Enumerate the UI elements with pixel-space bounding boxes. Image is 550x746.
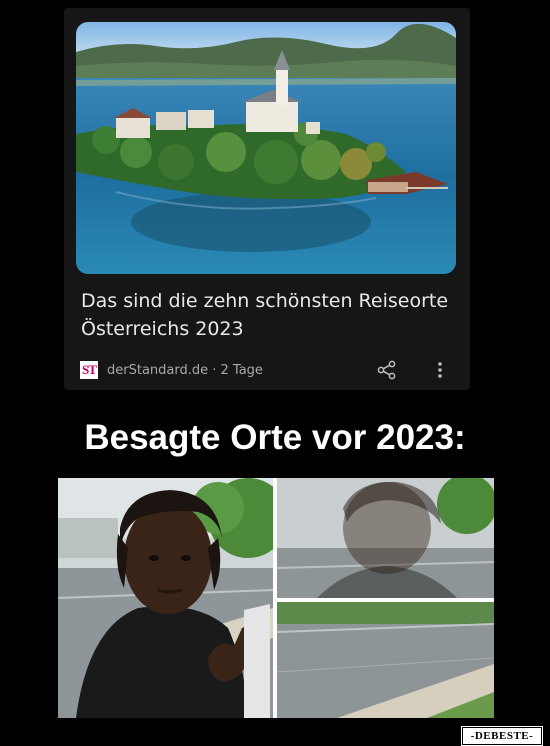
- meme-panel-bottom-right: [277, 602, 494, 718]
- meme-panel-top-right: [277, 478, 494, 598]
- derstandard-logo: ST: [80, 361, 98, 379]
- meme-caption: Besagte Orte vor 2023:: [84, 418, 466, 457]
- meme-panel-left: [58, 478, 273, 718]
- source-and-age: derStandard.de · 2 Tage: [107, 362, 263, 378]
- article-headline[interactable]: Das sind die zehn schönsten Reiseorte Ös…: [81, 287, 451, 343]
- article-source[interactable]: ST derStandard.de · 2 Tage: [80, 359, 263, 381]
- more-vert-icon[interactable]: [432, 359, 448, 381]
- debeste-watermark: -DEBESTE-: [462, 727, 542, 745]
- meme-image: [58, 478, 494, 718]
- lake-island-church-image: [76, 22, 456, 274]
- article-thumbnail[interactable]: [76, 22, 456, 274]
- share-icon[interactable]: [376, 359, 398, 381]
